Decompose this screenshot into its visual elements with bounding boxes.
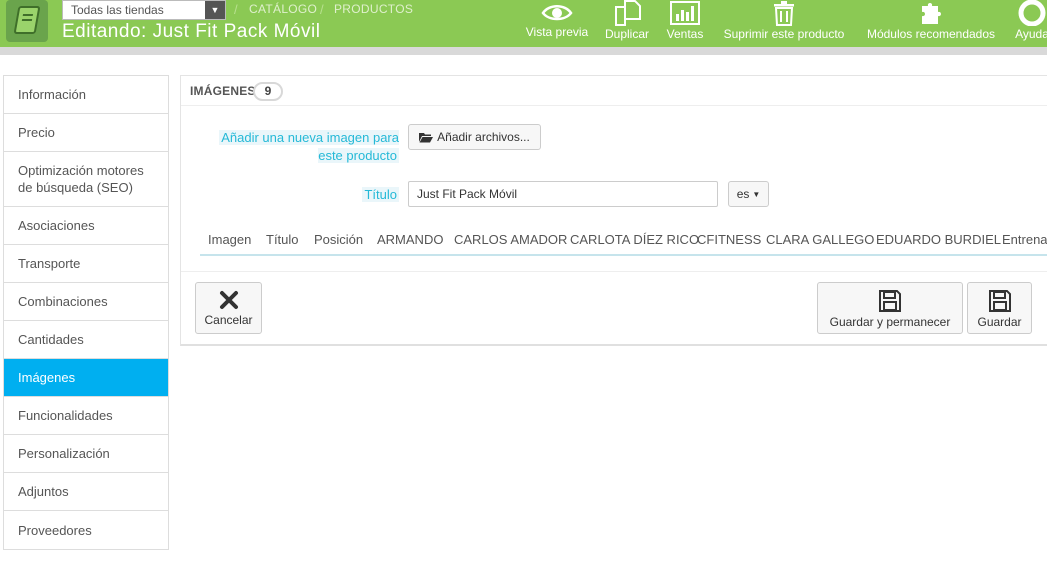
sidebar-item-price[interactable]: Precio <box>4 114 168 152</box>
lifebuoy-icon <box>1018 0 1046 26</box>
sidebar-item-attachments[interactable]: Adjuntos <box>4 473 168 511</box>
sidebar-item-features[interactable]: Funcionalidades <box>4 397 168 435</box>
delete-product-button[interactable]: Suprimir este producto <box>719 0 849 47</box>
recommended-modules-button[interactable]: Módulos recomendados <box>862 0 1000 47</box>
chevron-down-icon[interactable]: ▼ <box>205 1 225 19</box>
save-and-stay-button[interactable]: Guardar y permanecer <box>817 282 963 334</box>
preview-label: Vista previa <box>525 25 589 39</box>
help-label: Ayuda <box>1015 27 1047 41</box>
table-header-underline <box>200 254 1047 256</box>
header-divider <box>0 47 1047 55</box>
column-header-shop: EDUARDO BURDIEL <box>876 232 1001 247</box>
panel-footer-divider <box>181 271 1047 272</box>
caret-down-icon: ▼ <box>752 189 761 199</box>
image-title-input[interactable]: Just Fit Pack Móvil <box>408 181 718 207</box>
breadcrumb-separator: / <box>320 2 324 17</box>
add-image-label-text: Añadir una nueva imagen para este produc… <box>219 130 399 163</box>
image-count-badge: 9 <box>253 82 283 101</box>
eye-icon <box>541 5 573 21</box>
prestashop-logo[interactable] <box>6 0 48 42</box>
column-header-shop: CARLOS AMADOR <box>454 232 568 247</box>
sidebar-item-customization[interactable]: Personalización <box>4 435 168 473</box>
top-header: Todas las tiendas ▼ / CATÁLOGO / PRODUCT… <box>0 0 1047 47</box>
add-files-button[interactable]: Añadir archivos... <box>408 124 541 150</box>
sidebar-item-suppliers[interactable]: Proveedores <box>4 511 168 549</box>
breadcrumb-catalog[interactable]: CATÁLOGO <box>249 2 317 16</box>
sidebar-item-seo[interactable]: Optimización motores de búsqueda (SEO) <box>4 152 168 207</box>
add-files-label: Añadir archivos... <box>437 130 530 144</box>
sales-button[interactable]: Ventas <box>665 0 705 47</box>
sidebar-item-quantities[interactable]: Cantidades <box>4 321 168 359</box>
preview-button[interactable]: Vista previa <box>525 0 589 47</box>
shop-selector[interactable]: Todas las tiendas ▼ <box>62 0 226 20</box>
close-icon <box>219 291 238 309</box>
sidebar-item-combinations[interactable]: Combinaciones <box>4 283 168 321</box>
title-label-text: Título <box>362 187 399 202</box>
sidebar-item-associations[interactable]: Asociaciones <box>4 207 168 245</box>
breadcrumb-separator: / <box>234 2 238 17</box>
language-value: es <box>736 187 750 201</box>
help-button[interactable]: Ayuda <box>1012 0 1047 47</box>
images-panel: IMÁGENES 9 Añadir una nueva imagen para … <box>180 75 1047 346</box>
puzzle-icon <box>922 3 941 24</box>
sidebar-item-images[interactable]: Imágenes <box>4 359 168 397</box>
save-and-stay-label: Guardar y permanecer <box>829 315 951 329</box>
shop-selector-value: Todas las tiendas <box>71 3 164 17</box>
book-icon <box>13 6 41 34</box>
copy-icon <box>615 0 641 26</box>
column-header-shop: ARMANDO <box>377 232 444 247</box>
page-title: Editando: Just Fit Pack Móvil <box>62 21 321 42</box>
column-header-shop: CARLOTA DÍEZ RICO <box>570 232 700 247</box>
title-label: Título <box>301 186 399 204</box>
recommended-modules-label: Módulos recomendados <box>866 27 996 41</box>
sidebar-item-shipping[interactable]: Transporte <box>4 245 168 283</box>
breadcrumb-products[interactable]: PRODUCTOS <box>334 2 413 16</box>
column-header-shop: CLARA GALLEGO <box>766 232 875 247</box>
bar-chart-icon <box>670 1 700 25</box>
language-dropdown[interactable]: es ▼ <box>728 181 769 207</box>
save-button[interactable]: Guardar <box>967 282 1032 334</box>
cancel-button[interactable]: Cancelar <box>195 282 262 334</box>
column-header-shop: Entrenad <box>1002 232 1047 247</box>
sidebar-item-information[interactable]: Información <box>4 76 168 114</box>
duplicate-label: Duplicar <box>604 27 649 41</box>
panel-title: IMÁGENES <box>190 84 256 98</box>
column-header-image: Imagen <box>208 232 252 247</box>
sales-label: Ventas <box>666 27 704 41</box>
cancel-label: Cancelar <box>204 313 253 327</box>
column-header-title: Título <box>266 232 299 247</box>
trash-icon <box>774 1 794 26</box>
delete-product-label: Suprimir este producto <box>723 27 845 41</box>
floppy-disk-icon <box>988 290 1011 312</box>
product-tabs-sidebar: Información Precio Optimización motores … <box>3 75 169 550</box>
duplicate-button[interactable]: Duplicar <box>603 0 651 47</box>
column-header-position: Posición <box>314 232 364 247</box>
panel-heading: IMÁGENES 9 <box>181 76 1047 106</box>
column-header-shop: CFITNESS <box>697 232 762 247</box>
floppy-disk-icon <box>879 290 901 312</box>
folder-open-icon <box>419 132 434 142</box>
save-label: Guardar <box>977 315 1022 329</box>
add-image-label: Añadir una nueva imagen para este produc… <box>201 129 399 165</box>
